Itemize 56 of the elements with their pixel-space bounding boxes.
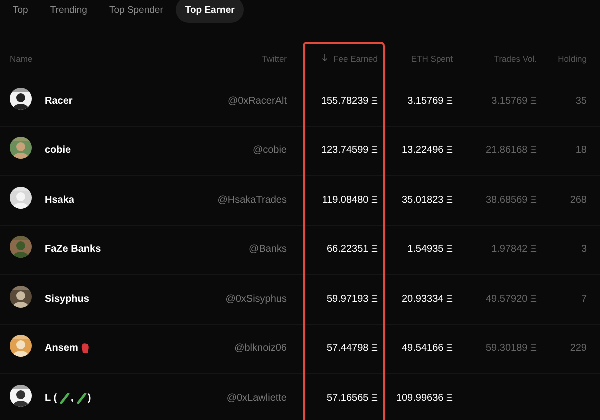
table-cell-text: 21.86168 Ξ [485,145,537,156]
column-header[interactable]: Twitter [157,54,287,64]
column-header[interactable]: Name [10,54,157,64]
table-cell-text: 123.74599 Ξ [320,145,378,156]
table-cell-text: 3.15769 Ξ [406,96,453,107]
table-cell-text: 3.15769 Ξ [490,96,537,107]
tab[interactable]: Top [4,0,38,23]
sort-arrow-icon [322,54,328,62]
table-cell-text: 1.54935 Ξ [406,244,453,256]
table-cell-text: 38.68569 Ξ [485,194,537,206]
user-name: Racer [45,96,73,107]
table-cell-text: @HsakaTrades [216,194,287,206]
glove-icon [81,343,90,354]
table-cell-text: 18 [574,145,587,156]
table-cell-text: 13.22496 Ξ [401,145,453,156]
table-cell-text: 119.08480 Ξ [321,194,378,206]
column-header[interactable]: Fee Earned [287,54,378,64]
table-cell-text: 229 [569,343,587,354]
stick-icon [76,392,87,404]
user-name: Ansem [45,343,78,354]
table-cell-text: 59.30189 Ξ [485,343,537,354]
table-cell-text: @0xSisyphus [224,294,287,305]
table-cell-text: @Banks [248,244,287,256]
table-cell-text: 49.57920 Ξ [485,294,537,305]
table-cell-text: 57.44798 Ξ [326,343,378,354]
tab[interactable]: Top Spender [100,0,172,23]
user-name: cobie [45,145,72,156]
column-header[interactable]: Holding [537,54,587,64]
column-header[interactable]: ETH Spent [378,54,453,64]
table-cell-text: @cobie [252,145,287,156]
user-name: FaZe Banks [45,244,102,256]
table-cell-text: 49.54166 Ξ [401,343,453,354]
user-name: , [71,392,74,404]
table-cell-text: 59.97193 Ξ [326,294,378,305]
table-cell-text: @0xLawliette [226,392,287,404]
table-cell-text: @blknoiz06 [234,343,287,354]
stick-icon [60,392,70,404]
user-name: Hsaka [45,194,74,206]
table-cell-text: 1.97842 Ξ [490,244,537,256]
table-cell-text: 268 [569,194,587,206]
table-cell-text: 20.93334 Ξ [401,294,453,305]
user-name: L ( [45,392,58,404]
table-cell-text: @0xRacerAlt [226,96,287,107]
table-cell-text: 35 [574,96,587,107]
column-header[interactable]: Trades Vol. [453,54,537,64]
tab[interactable]: Top Earner [176,0,244,23]
table-cell-text: 109.99636 Ξ [395,392,453,404]
table-cell-text: 155.78239 Ξ [320,96,378,107]
table-cell-text: 66.22351 Ξ [326,244,378,256]
user-name: ) [88,392,92,404]
table-cell-text: 3 [580,244,587,256]
tab[interactable]: Trending [41,0,96,23]
user-name: Sisyphus [45,294,90,305]
table-cell-text: 57.16565 Ξ [326,392,378,404]
table-cell-text: 35.01823 Ξ [401,194,453,206]
table-cell-text: 7 [580,294,587,305]
